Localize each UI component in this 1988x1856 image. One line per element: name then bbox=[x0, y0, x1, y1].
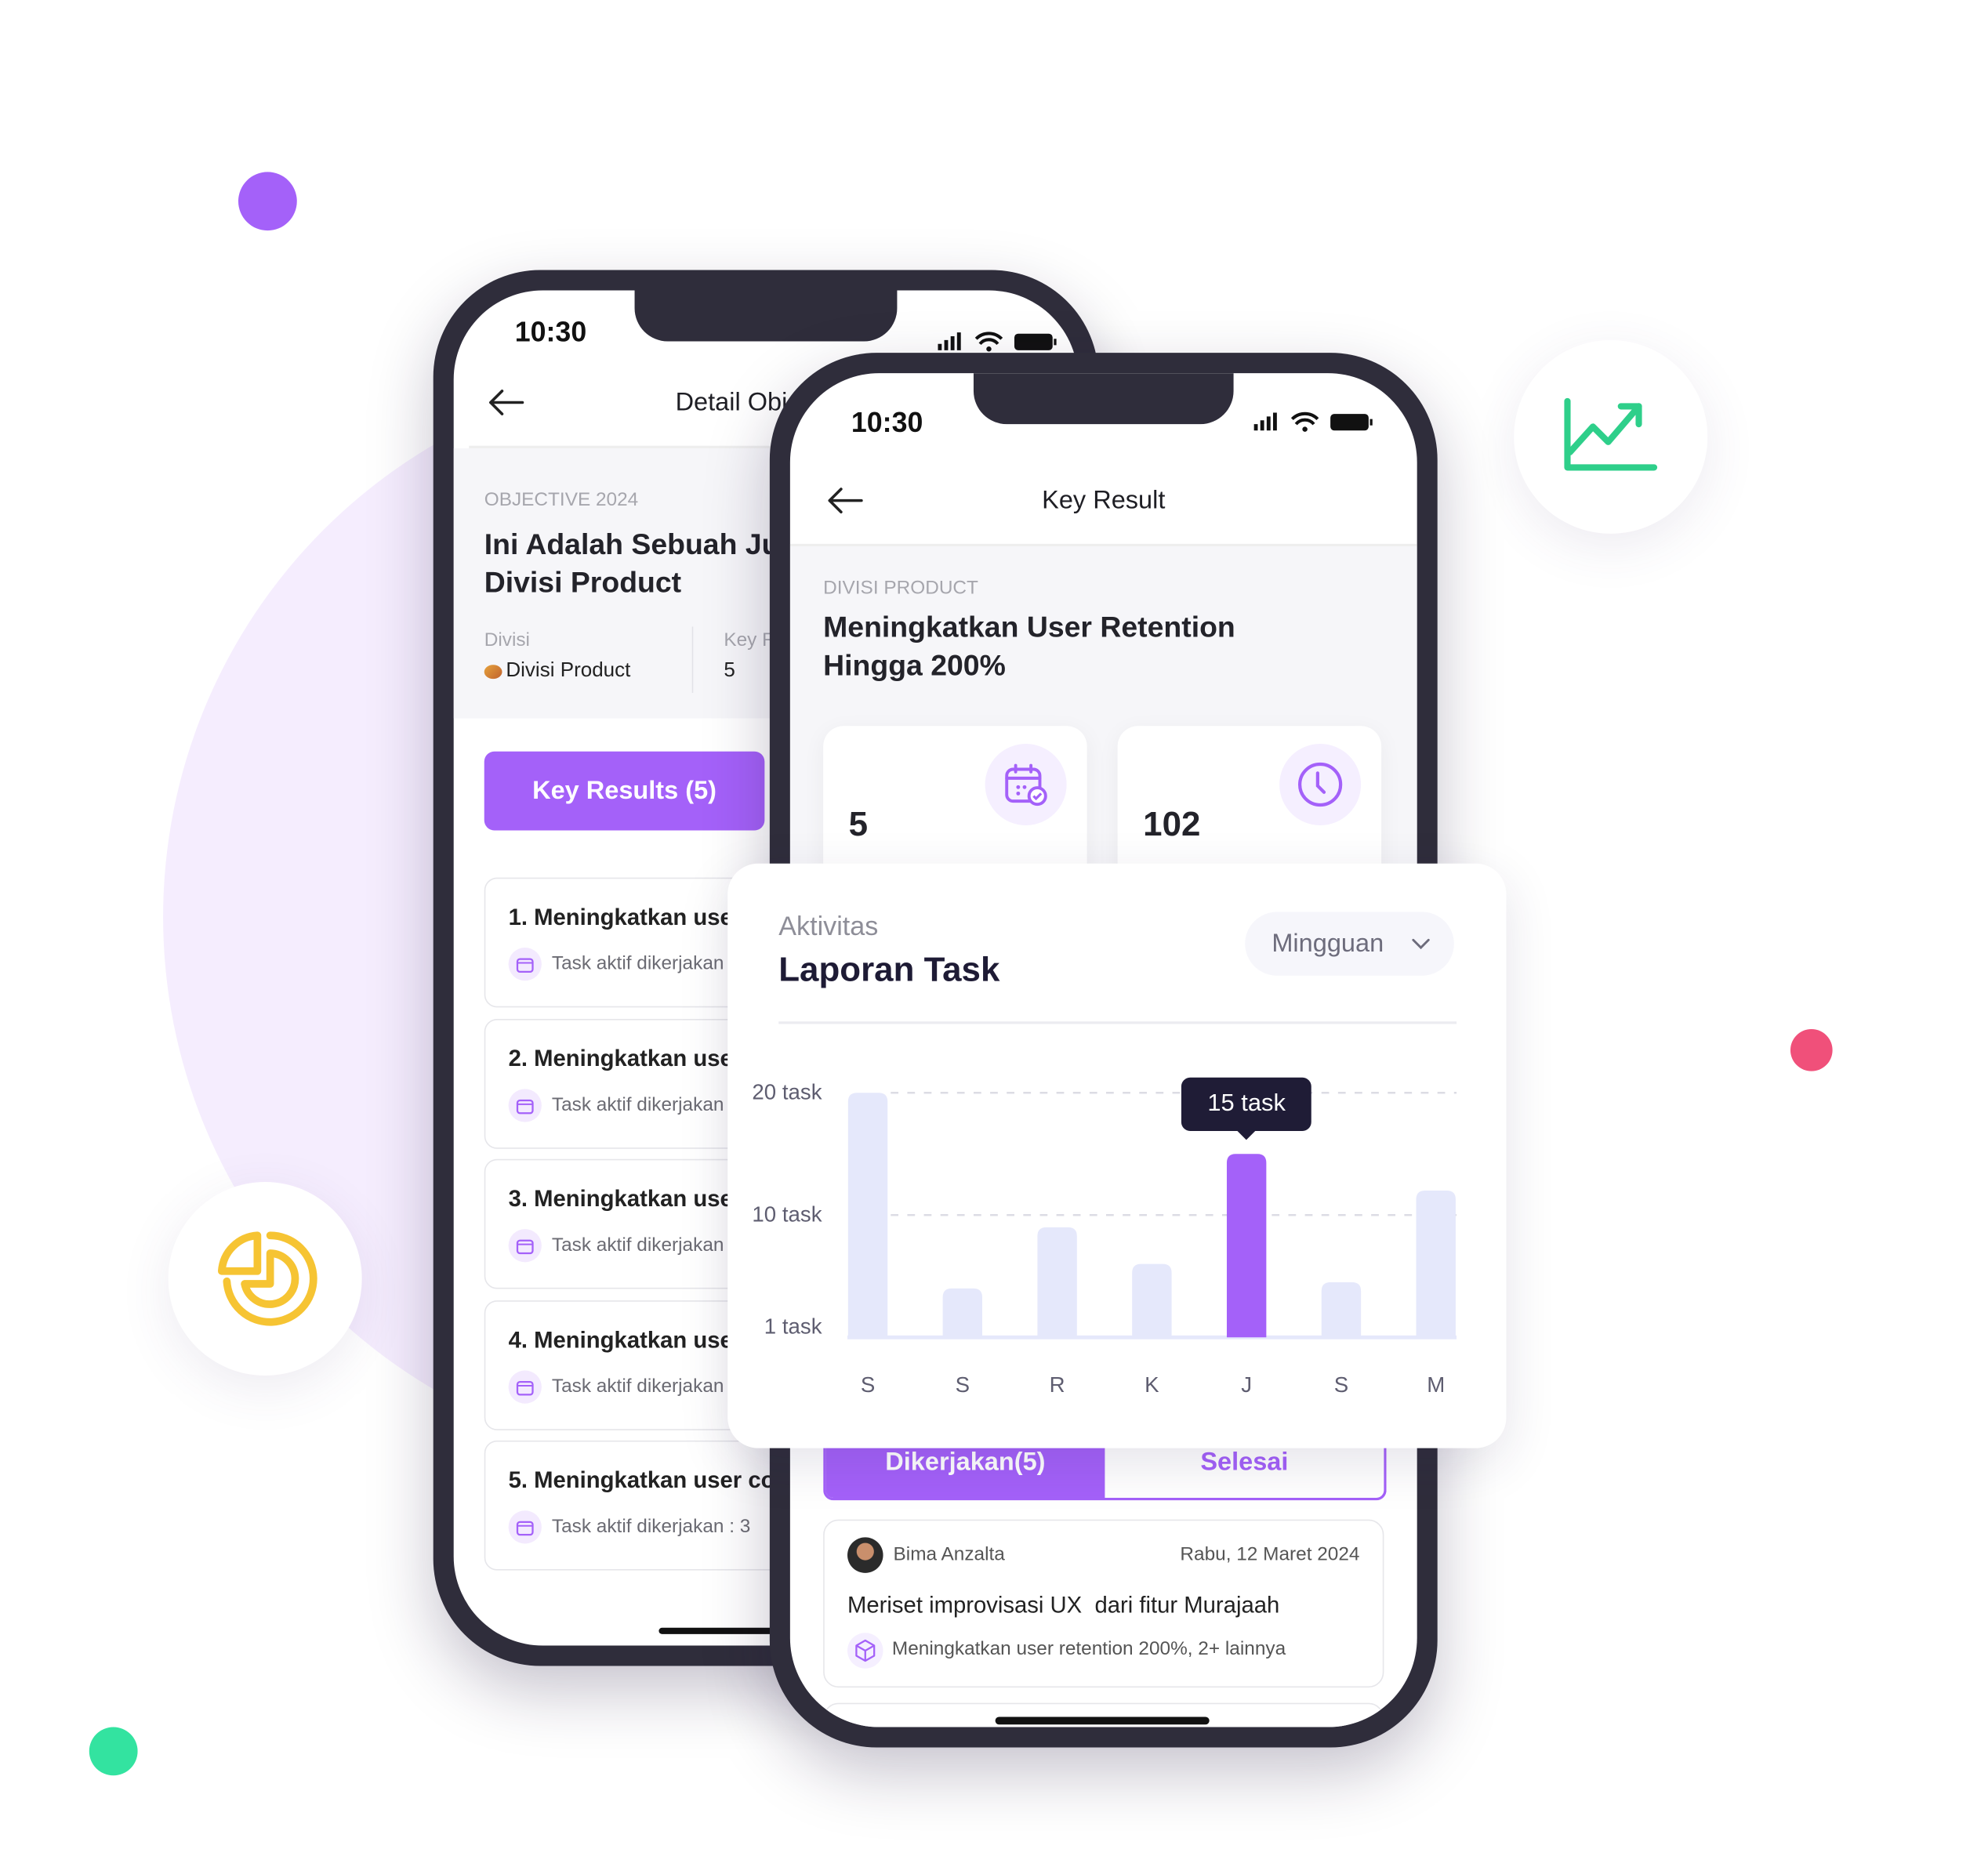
purple-dot bbox=[238, 172, 297, 231]
item-subtitle: Task aktif dikerjakan bbox=[551, 1376, 724, 1397]
calendar-icon bbox=[508, 1370, 542, 1404]
bar-1[interactable] bbox=[942, 1288, 983, 1338]
key-results-value: 5 bbox=[724, 659, 735, 682]
status-time: 10:30 bbox=[851, 406, 923, 438]
status-icons bbox=[1253, 411, 1373, 432]
item-subtitle: Task aktif dikerjakan bbox=[551, 952, 724, 975]
objective-overline: OBJECTIVE 2024 bbox=[484, 489, 639, 511]
divisi-label: Divisi bbox=[484, 629, 530, 651]
calendar-icon bbox=[508, 1229, 542, 1263]
header-title: Key Result bbox=[1042, 486, 1166, 515]
calendar-check-icon bbox=[985, 744, 1067, 825]
bar-4[interactable] bbox=[1226, 1154, 1267, 1338]
task-report-card: Aktivitas Laporan Task Mingguan 20 task 1… bbox=[727, 863, 1507, 1448]
bar-6[interactable] bbox=[1416, 1191, 1456, 1338]
bar-2[interactable] bbox=[1037, 1227, 1077, 1338]
item-title: 4. Meningkatkan user bbox=[508, 1327, 742, 1353]
task-date: Rabu, 12 Maret 2024 bbox=[1180, 1543, 1360, 1566]
calendar-icon bbox=[508, 1510, 542, 1544]
divisi-value: Divisi Product bbox=[484, 659, 631, 683]
avatar bbox=[847, 1537, 883, 1573]
palette-icon bbox=[484, 664, 502, 679]
status-time: 10:30 bbox=[514, 316, 587, 348]
item-title: 2. Meningkatkan user bbox=[508, 1046, 742, 1071]
item-title: 3. Meningkatkan user bbox=[508, 1185, 742, 1212]
bar-3[interactable] bbox=[1132, 1263, 1172, 1338]
item-title: 5. Meningkatkan user cor bbox=[508, 1467, 784, 1493]
kr-title-line2: Hingga 200% bbox=[823, 648, 1006, 682]
task-user: Bima Anzalta bbox=[893, 1543, 1005, 1566]
tooltip-pointer bbox=[1236, 1129, 1257, 1140]
notch bbox=[973, 373, 1234, 425]
back-arrow-icon[interactable] bbox=[487, 387, 525, 418]
calendar-icon bbox=[508, 1089, 542, 1122]
status-icons bbox=[938, 332, 1057, 352]
vertical-divider bbox=[691, 626, 694, 693]
calendar-icon bbox=[508, 948, 542, 981]
task-title: Meriset improvisasi UX dari fitur Muraja… bbox=[847, 1592, 1280, 1618]
cube-icon bbox=[847, 1633, 883, 1669]
chart-svg bbox=[847, 1092, 1457, 1339]
item-title: 1. Meningkatkan user bbox=[508, 904, 742, 930]
stat-value: 102 bbox=[1143, 805, 1201, 843]
bar-5[interactable] bbox=[1321, 1282, 1362, 1338]
kr-overline: DIVISI PRODUCT bbox=[823, 577, 978, 599]
task-related: Meningkatkan user retention 200%, 2+ lai… bbox=[891, 1637, 1286, 1660]
trending-up-icon bbox=[1564, 397, 1658, 471]
objective-title-line2: Divisi Product bbox=[484, 565, 682, 599]
green-dot bbox=[89, 1727, 138, 1776]
bar-tooltip: 15 task bbox=[1181, 1077, 1312, 1140]
task-bar-chart: 20 task 10 task 1 task S S R K J S M 15 task bbox=[727, 864, 1506, 1448]
item-subtitle: Task aktif dikerjakan : 3 bbox=[551, 1515, 751, 1538]
clock-icon bbox=[1279, 744, 1362, 825]
pie-chart-icon bbox=[217, 1231, 317, 1326]
item-subtitle: Task aktif dikerjakan bbox=[551, 1093, 724, 1116]
pink-dot bbox=[1790, 1029, 1833, 1071]
item-subtitle: Task aktif dikerjakan bbox=[551, 1234, 724, 1256]
pie-chart-badge bbox=[168, 1182, 362, 1376]
task-card[interactable]: Bima Anzalta Rabu, 12 Maret 2024 Meriset… bbox=[823, 1519, 1384, 1688]
tooltip-text: 15 task bbox=[1207, 1090, 1286, 1118]
bar-0[interactable] bbox=[847, 1093, 888, 1338]
kr-title-line1: Meningkatkan User Retention bbox=[823, 610, 1235, 643]
key-results-tab-button[interactable]: Key Results (5) bbox=[484, 751, 765, 831]
home-indicator bbox=[995, 1716, 1210, 1725]
trending-up-badge bbox=[1514, 339, 1708, 534]
stat-value: 5 bbox=[848, 805, 869, 843]
notch bbox=[634, 290, 898, 342]
divisi-value-text: Divisi Product bbox=[506, 659, 631, 682]
